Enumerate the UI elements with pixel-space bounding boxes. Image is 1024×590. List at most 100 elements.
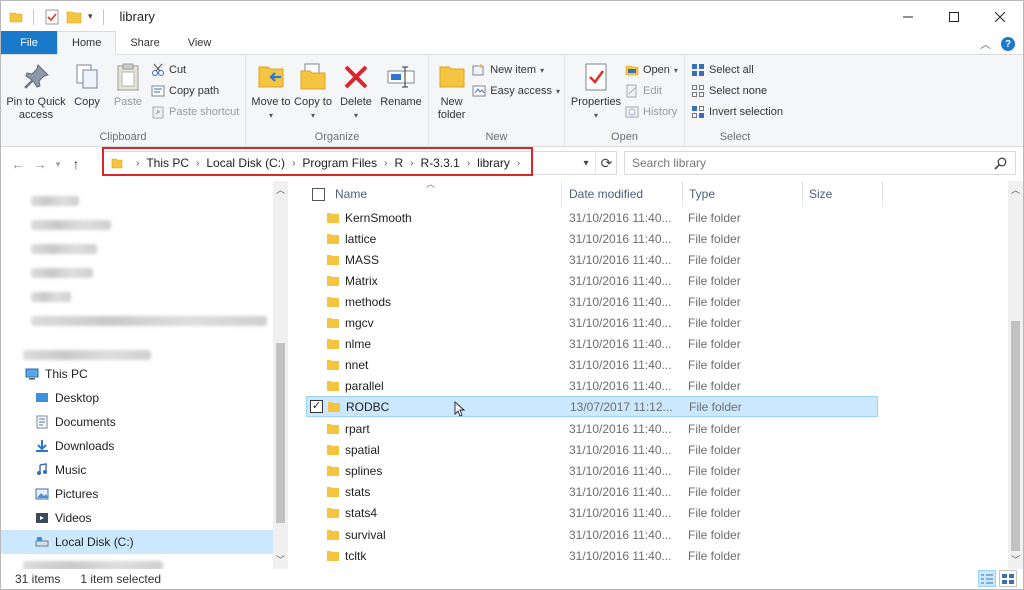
scroll-down-arrow-icon[interactable]: ﹀ bbox=[273, 553, 288, 566]
copy-path-button[interactable]: Copy path bbox=[151, 82, 239, 100]
close-icon bbox=[995, 11, 1005, 22]
quick-access-item-blurred[interactable] bbox=[1, 261, 273, 285]
breadcrumb-chevron-icon[interactable]: › bbox=[196, 158, 199, 169]
scrollbar-thumb[interactable] bbox=[276, 343, 285, 523]
breadcrumb-chevron-icon[interactable]: › bbox=[136, 158, 139, 169]
table-row[interactable]: survival 31/10/2016 11:40... File folder bbox=[306, 524, 878, 545]
easy-access-button[interactable]: Easy access ▾ bbox=[472, 82, 560, 100]
address-bar[interactable]: › This PC › Local Disk (C:) › Program File… bbox=[102, 151, 617, 175]
new-item-button[interactable]: New item ▾ bbox=[472, 61, 560, 79]
column-header-name[interactable]: Name bbox=[306, 181, 562, 207]
breadcrumb-chevron-icon[interactable]: › bbox=[410, 158, 413, 169]
scrollbar-thumb[interactable] bbox=[1011, 321, 1020, 551]
select-all-button[interactable]: Select all bbox=[691, 61, 783, 79]
breadcrumb-r-version[interactable]: R-3.3.1 bbox=[420, 156, 459, 170]
column-header-size[interactable]: Size bbox=[803, 181, 883, 207]
table-row[interactable]: stats 31/10/2016 11:40... File folder bbox=[306, 481, 878, 502]
forward-arrow-icon[interactable]: → bbox=[29, 156, 51, 172]
open-button[interactable]: Open ▾ bbox=[625, 61, 678, 79]
sidebar-item-documents[interactable]: Documents bbox=[1, 410, 273, 434]
quick-access-item-blurred[interactable] bbox=[1, 213, 273, 237]
quick-access-item-blurred[interactable] bbox=[1, 237, 273, 261]
table-row[interactable]: lattice 31/10/2016 11:40... File folder bbox=[306, 228, 878, 249]
cut-button[interactable]: Cut bbox=[151, 61, 239, 79]
table-row-selected[interactable]: ✓ RODBC 13/07/2017 11:12... File folder bbox=[306, 396, 878, 417]
table-row[interactable]: nnet 31/10/2016 11:40... File folder bbox=[306, 354, 878, 375]
tab-file[interactable]: File bbox=[1, 31, 57, 54]
back-arrow-icon[interactable]: ← bbox=[7, 156, 29, 172]
table-row[interactable]: rpart 31/10/2016 11:40... File folder bbox=[306, 418, 878, 439]
paste-shortcut-button[interactable]: Paste shortcut bbox=[151, 103, 239, 121]
breadcrumb-chevron-icon[interactable]: › bbox=[467, 158, 470, 169]
table-row[interactable]: MASS 31/10/2016 11:40... File folder bbox=[306, 249, 878, 270]
sidebar-item-downloads[interactable]: Downloads bbox=[1, 434, 273, 458]
tab-share[interactable]: Share bbox=[116, 31, 173, 54]
invert-selection-button[interactable]: Invert selection bbox=[691, 103, 783, 121]
select-none-button[interactable]: Select none bbox=[691, 82, 783, 100]
refresh-icon[interactable]: ⟳ bbox=[595, 151, 617, 175]
new-folder-icon[interactable] bbox=[66, 9, 82, 25]
sidebar-item-desktop[interactable]: Desktop bbox=[1, 386, 273, 410]
minimize-button[interactable] bbox=[885, 1, 931, 32]
history-button[interactable]: History bbox=[625, 103, 678, 121]
breadcrumb-r[interactable]: R bbox=[394, 156, 403, 170]
breadcrumb-chevron-icon[interactable]: › bbox=[384, 158, 387, 169]
large-icons-view-button[interactable] bbox=[999, 570, 1017, 587]
edit-button[interactable]: Edit bbox=[625, 82, 678, 100]
table-row[interactable]: splines 31/10/2016 11:40... File folder bbox=[306, 460, 878, 481]
quick-access-item-blurred[interactable] bbox=[1, 285, 273, 309]
column-header-label: Date modified bbox=[569, 187, 644, 201]
properties-check-icon[interactable] bbox=[44, 9, 60, 25]
recent-locations-chevron-icon[interactable]: ▾ bbox=[51, 159, 65, 170]
column-header-date-modified[interactable]: Date modified bbox=[563, 181, 683, 207]
help-icon[interactable]: ? bbox=[1001, 37, 1015, 51]
collapse-ribbon-chevron-icon[interactable]: ︿ bbox=[980, 36, 991, 52]
table-row[interactable]: methods 31/10/2016 11:40... File folder bbox=[306, 291, 878, 312]
table-row[interactable]: stats4 31/10/2016 11:40... File folder bbox=[306, 502, 878, 523]
table-row[interactable]: spatial 31/10/2016 11:40... File folder bbox=[306, 439, 878, 460]
scroll-up-arrow-icon[interactable]: ︿ bbox=[273, 183, 288, 196]
nav-pane-scrollbar[interactable]: ︿ ﹀ bbox=[273, 181, 288, 569]
quick-access-item-blurred[interactable] bbox=[1, 309, 273, 333]
breadcrumb-program-files[interactable]: Program Files bbox=[302, 156, 377, 170]
sidebar-item-videos[interactable]: Videos bbox=[1, 506, 273, 530]
address-history-chevron-icon[interactable]: ▾ bbox=[576, 151, 596, 175]
table-row[interactable]: tcltk 31/10/2016 11:40... File folder bbox=[306, 545, 878, 566]
sidebar-item-blurred[interactable] bbox=[1, 554, 273, 569]
column-header-type[interactable]: Type bbox=[683, 181, 803, 207]
table-row[interactable]: nlme 31/10/2016 11:40... File folder bbox=[306, 333, 878, 354]
breadcrumb-chevron-icon[interactable]: › bbox=[517, 158, 520, 169]
search-icon[interactable] bbox=[994, 157, 1007, 170]
table-row[interactable]: KernSmooth 31/10/2016 11:40... File folder bbox=[306, 207, 878, 228]
close-button[interactable] bbox=[977, 1, 1023, 32]
sidebar-item-music[interactable]: Music bbox=[1, 458, 273, 482]
details-view-button[interactable] bbox=[978, 570, 996, 587]
scroll-up-arrow-icon[interactable]: ︿ bbox=[1008, 183, 1023, 196]
sidebar-item-local-disk[interactable]: Local Disk (C:) bbox=[1, 530, 273, 554]
file-name: methods bbox=[345, 294, 392, 309]
sidebar-item-this-pc[interactable]: This PC bbox=[1, 362, 273, 386]
file-list-scrollbar[interactable]: ︿ ﹀ bbox=[1008, 181, 1023, 569]
scroll-down-arrow-icon[interactable]: ﹀ bbox=[1008, 553, 1023, 566]
breadcrumb-this-pc[interactable]: This PC bbox=[146, 156, 189, 170]
table-row[interactable]: parallel 31/10/2016 11:40... File folder bbox=[306, 375, 878, 396]
quick-access-item-blurred[interactable] bbox=[1, 189, 273, 213]
sidebar-item-pictures[interactable]: Pictures bbox=[1, 482, 273, 506]
table-row[interactable]: Matrix 31/10/2016 11:40... File folder bbox=[306, 270, 878, 291]
up-arrow-icon[interactable]: ↑ bbox=[65, 156, 87, 172]
search-box[interactable]: Search library bbox=[624, 151, 1016, 175]
breadcrumb-library[interactable]: library bbox=[477, 156, 510, 170]
delete-dropdown-icon: ▾ bbox=[353, 111, 358, 120]
file-date: 31/10/2016 11:40... bbox=[569, 273, 672, 288]
breadcrumb-local-disk[interactable]: Local Disk (C:) bbox=[206, 156, 285, 170]
tab-home[interactable]: Home bbox=[57, 31, 117, 55]
maximize-button[interactable] bbox=[931, 1, 977, 32]
row-checkbox-checked[interactable]: ✓ bbox=[310, 400, 323, 413]
edit-icon bbox=[626, 84, 637, 98]
select-all-checkbox[interactable] bbox=[312, 187, 325, 201]
file-type: File folder bbox=[688, 252, 741, 267]
table-row[interactable]: mgcv 31/10/2016 11:40... File folder bbox=[306, 312, 878, 333]
breadcrumb-chevron-icon[interactable]: › bbox=[292, 158, 295, 169]
customize-toolbar-chevron-icon[interactable]: ▾ bbox=[88, 11, 93, 22]
tab-view[interactable]: View bbox=[174, 31, 226, 54]
